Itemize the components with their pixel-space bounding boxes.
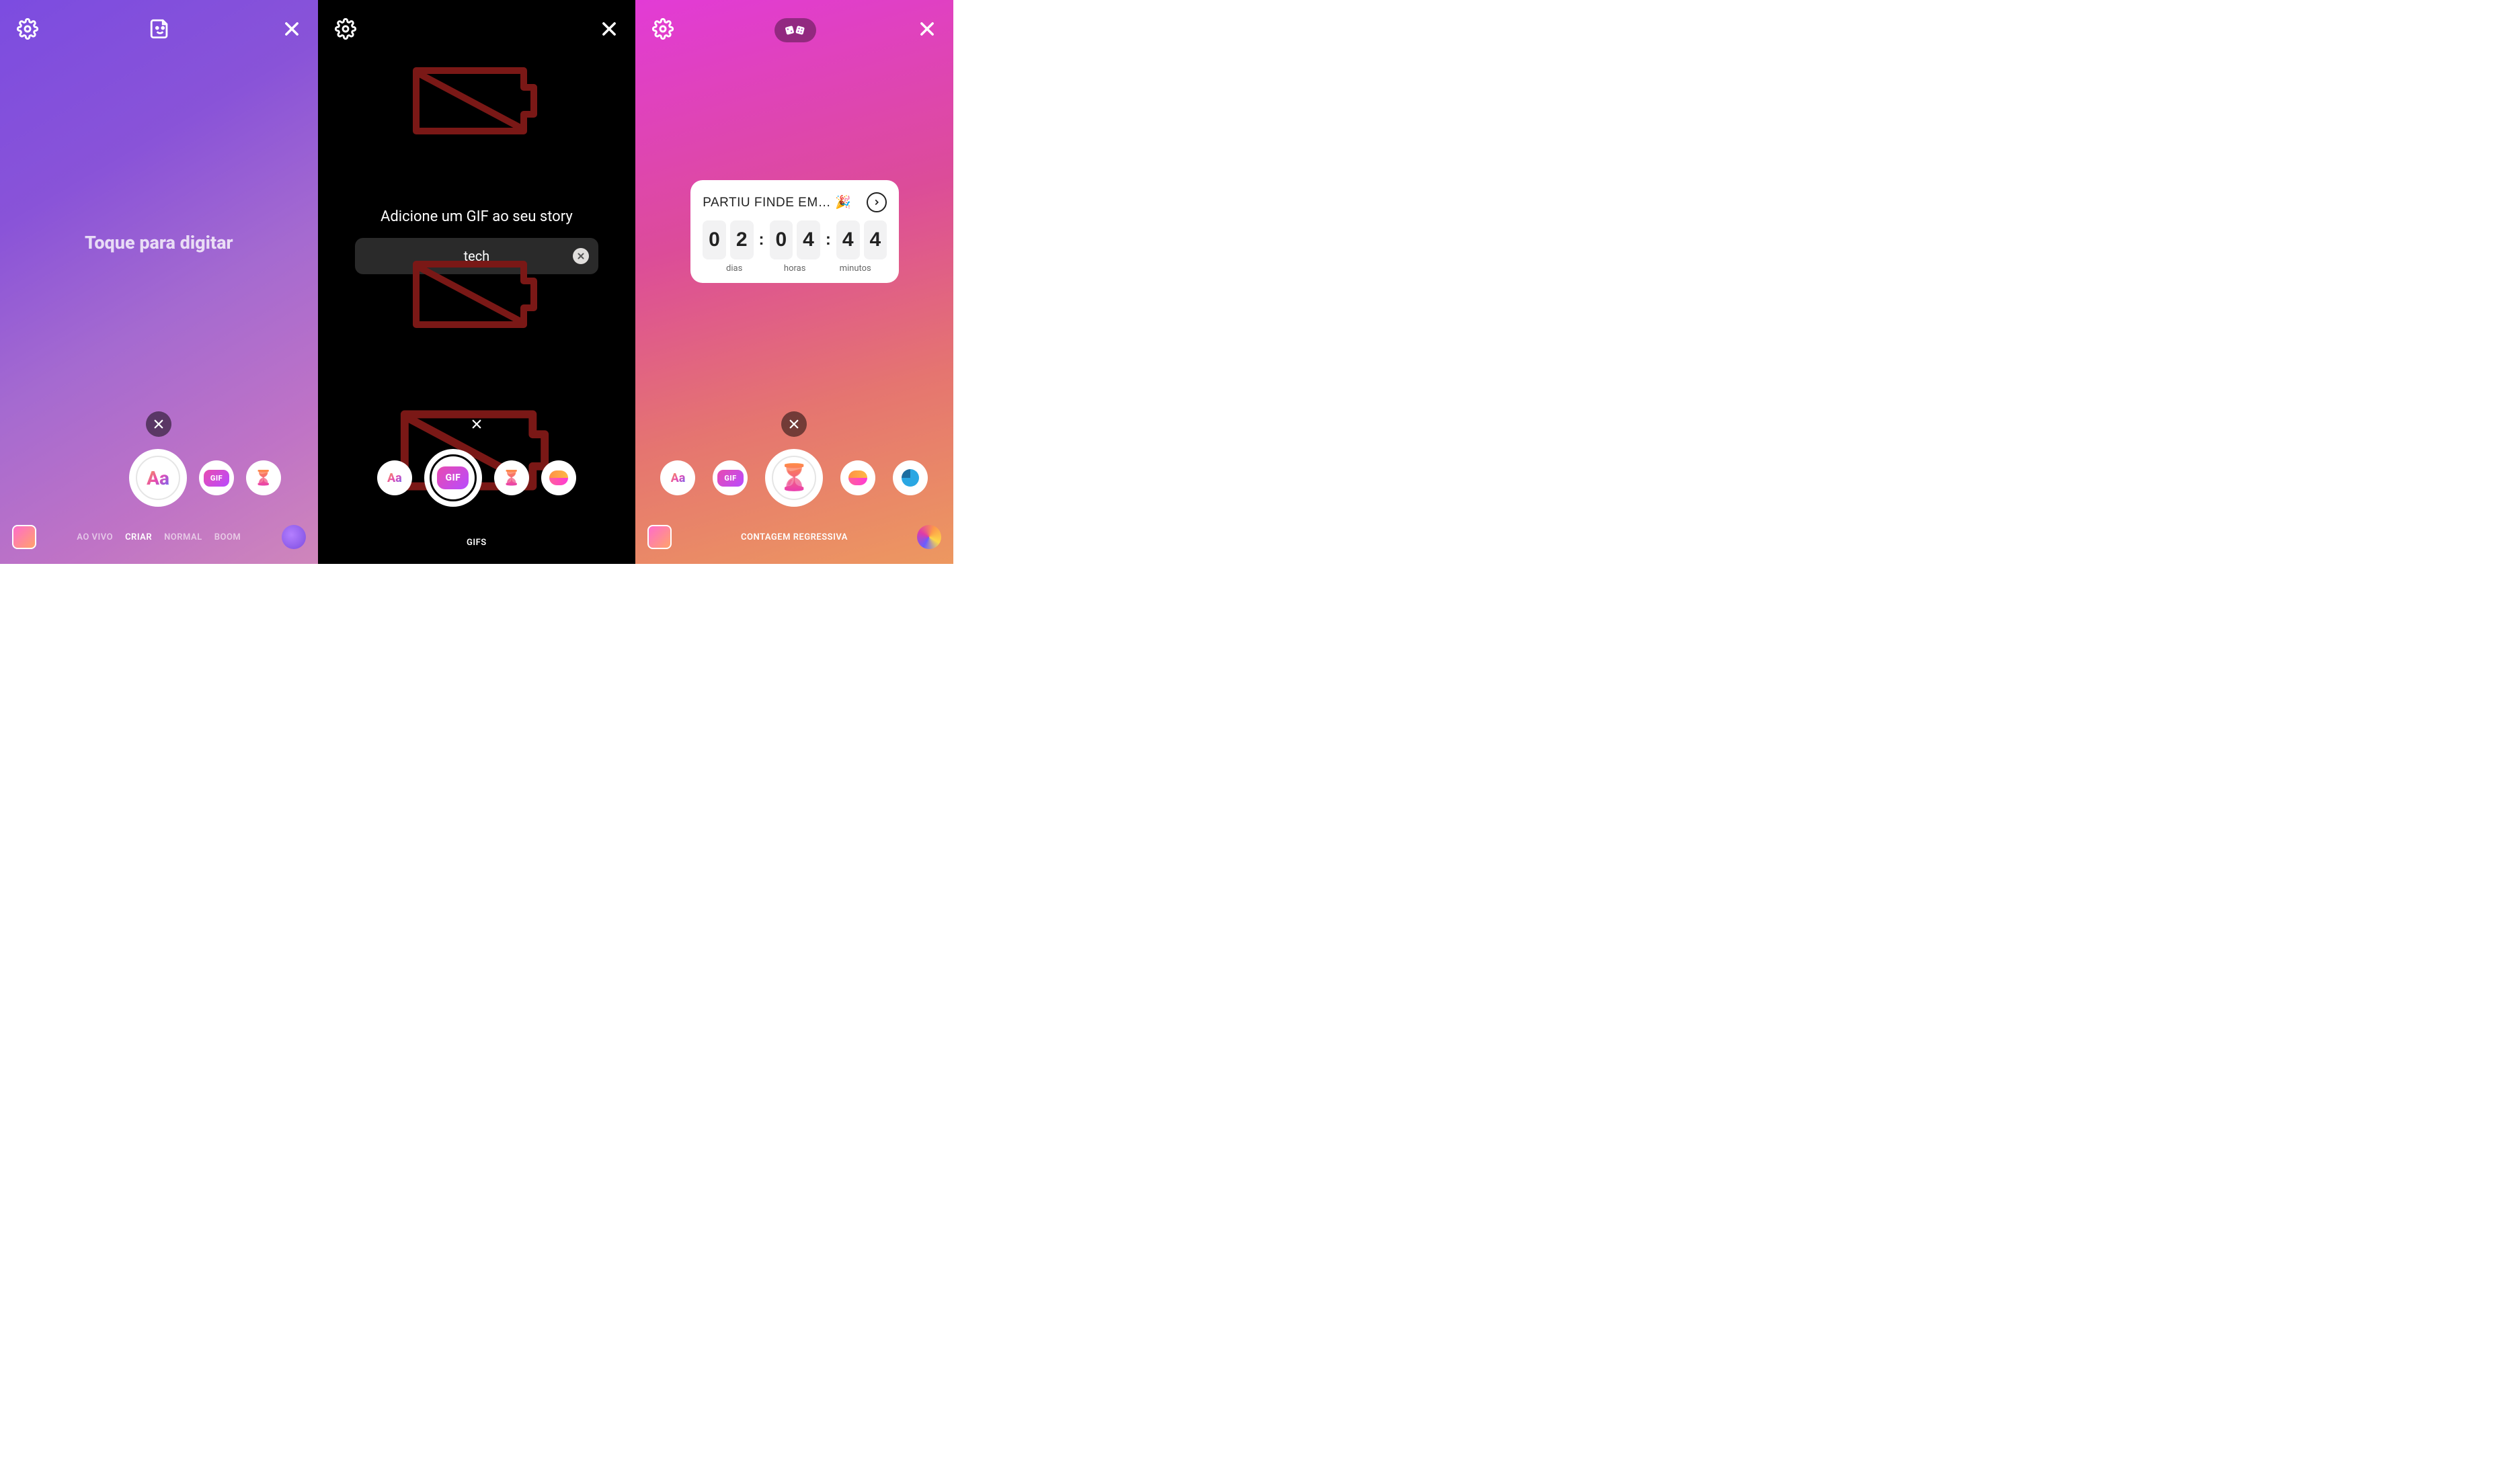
color-picker-button[interactable] (282, 525, 306, 549)
dice-icon (784, 22, 807, 38)
countdown-title[interactable]: PARTIU FINDE EM… 🎉 (703, 194, 851, 210)
create-mode-type[interactable]: Aa (377, 460, 412, 495)
randomize-button[interactable] (774, 18, 816, 42)
camera-mode-selector[interactable]: AO VIVO CRIAR NORMAL BOOM (77, 532, 241, 542)
gif-result-1[interactable] (406, 60, 547, 141)
create-mode-gif[interactable]: GIF (424, 449, 482, 507)
gallery-thumbnail[interactable] (647, 525, 672, 549)
countdown-digits: 0 2 : 0 4 : 4 4 (703, 220, 887, 259)
create-mode-poll[interactable] (840, 460, 875, 495)
close-icon[interactable] (282, 19, 301, 41)
settings-icon[interactable] (17, 18, 38, 42)
mode-live[interactable]: AO VIVO (77, 532, 113, 542)
close-icon[interactable] (600, 19, 619, 41)
poll-icon (549, 470, 568, 485)
create-mode-gif[interactable]: GIF (199, 460, 234, 495)
hourglass-icon: ⏳ (254, 470, 272, 487)
mode-create[interactable]: CRIAR (125, 532, 152, 542)
label-days: dias (704, 263, 764, 274)
close-icon[interactable] (918, 19, 937, 41)
create-mode-countdown[interactable]: ⏳ (246, 460, 281, 495)
bottom-label: GIFS (318, 538, 636, 548)
dismiss-mode-button[interactable] (146, 411, 171, 437)
label-hours: horas (764, 263, 825, 274)
countdown-labels: dias horas minutos (703, 263, 887, 274)
digit-days-2: 2 (730, 220, 754, 259)
create-mode-gif[interactable]: GIF (713, 460, 748, 495)
poll-icon (848, 470, 867, 485)
create-mode-poll[interactable] (541, 460, 576, 495)
create-mode-countdown[interactable]: ⏳ (765, 449, 823, 507)
digit-mins-1: 4 (836, 220, 860, 259)
countdown-share-button[interactable] (867, 192, 887, 212)
dismiss-mode-button[interactable] (781, 411, 807, 437)
type-aa-icon: Aa (671, 471, 686, 485)
gif-icon: GIF (717, 470, 743, 487)
type-aa-icon: Aa (387, 471, 402, 485)
label-minutes: minutos (825, 263, 885, 274)
hourglass-icon: ⏳ (502, 470, 520, 487)
gif-icon: GIF (204, 470, 229, 487)
sticker-icon[interactable] (149, 17, 171, 43)
gallery-thumbnail[interactable] (12, 525, 36, 549)
mode-normal[interactable]: NORMAL (164, 532, 202, 542)
create-mode-type[interactable]: Aa (129, 449, 187, 507)
quiz-icon (902, 469, 919, 487)
gif-search-title: Adicione um GIF ao seu story (318, 208, 636, 225)
create-mode-quiz[interactable] (893, 460, 928, 495)
mode-boomerang[interactable]: BOOM (214, 532, 241, 542)
tap-to-type-prompt[interactable]: Toque para digitar (0, 232, 318, 253)
settings-icon[interactable] (652, 18, 674, 42)
create-mode-countdown[interactable]: ⏳ (494, 460, 529, 495)
digit-hours-2: 4 (797, 220, 820, 259)
digit-mins-2: 4 (864, 220, 887, 259)
create-mode-type[interactable]: Aa (660, 460, 695, 495)
clear-search-button[interactable] (573, 248, 589, 264)
bottom-label: CONTAGEM REGRESSIVA (741, 532, 848, 542)
countdown-sticker[interactable]: PARTIU FINDE EM… 🎉 0 2 : 0 4 : 4 4 dias … (690, 180, 899, 283)
color-picker-button[interactable] (917, 525, 941, 549)
gif-result-2[interactable] (406, 254, 547, 335)
digit-hours-1: 0 (770, 220, 793, 259)
digit-days-1: 0 (703, 220, 726, 259)
settings-icon[interactable] (335, 18, 356, 42)
